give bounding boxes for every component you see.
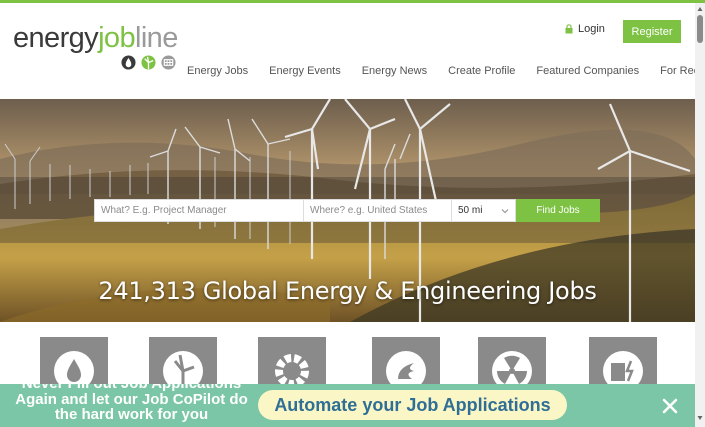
nav-energy-news[interactable]: Energy News <box>362 65 427 77</box>
where-search-input[interactable] <box>304 199 452 222</box>
scroll-thumb[interactable] <box>697 15 703 43</box>
hero-section: 50 mi Find Jobs 241,313 Global Energy & … <box>0 99 695 322</box>
job-search-bar: 50 mi Find Jobs <box>94 199 600 222</box>
page-scrollbar[interactable] <box>695 3 705 427</box>
login-label: Login <box>578 23 605 35</box>
job-copilot-banner: Never Fill out Job Applications Again an… <box>0 384 695 427</box>
register-button[interactable]: Register <box>623 20 681 43</box>
nav-featured-companies[interactable]: Featured Companies <box>536 65 639 77</box>
login-link[interactable]: Login <box>565 23 605 35</box>
nav-energy-events[interactable]: Energy Events <box>269 65 341 77</box>
wind-turbine-icon <box>141 55 156 70</box>
scroll-down-arrow-icon[interactable] <box>697 415 703 421</box>
radius-value: 50 mi <box>458 205 483 216</box>
chevron-down-icon <box>501 208 509 213</box>
lock-icon <box>565 24 573 34</box>
find-jobs-button[interactable]: Find Jobs <box>516 199 600 222</box>
site-header: energyjobline Login Register Energy Jobs… <box>0 3 705 99</box>
logo-part-line: line <box>134 22 178 54</box>
logo-part-energy: energy <box>13 22 99 54</box>
automate-applications-button[interactable]: Automate your Job Applications <box>258 390 567 420</box>
what-search-input[interactable] <box>94 199 304 222</box>
logo-icons <box>121 55 176 70</box>
page: energyjobline Login Register Energy Jobs… <box>0 0 705 427</box>
solar-panel-icon <box>161 55 176 70</box>
logo-wordmark: energyjobline <box>13 20 178 56</box>
hero-headline: 241,313 Global Energy & Engineering Jobs <box>98 277 597 305</box>
nav-create-profile[interactable]: Create Profile <box>448 65 515 77</box>
oil-drop-icon <box>121 55 136 70</box>
main-nav: Energy Jobs Energy Events Energy News Cr… <box>187 65 705 77</box>
logo-part-job: job <box>98 22 136 54</box>
energyjobline-logo[interactable]: energyjobline <box>13 20 183 74</box>
scroll-up-arrow-icon[interactable] <box>697 6 703 12</box>
nav-energy-jobs[interactable]: Energy Jobs <box>187 65 248 77</box>
radius-select[interactable]: 50 mi <box>452 199 516 222</box>
banner-message: Never Fill out Job Applications Again an… <box>15 384 248 423</box>
close-icon[interactable] <box>660 396 680 416</box>
